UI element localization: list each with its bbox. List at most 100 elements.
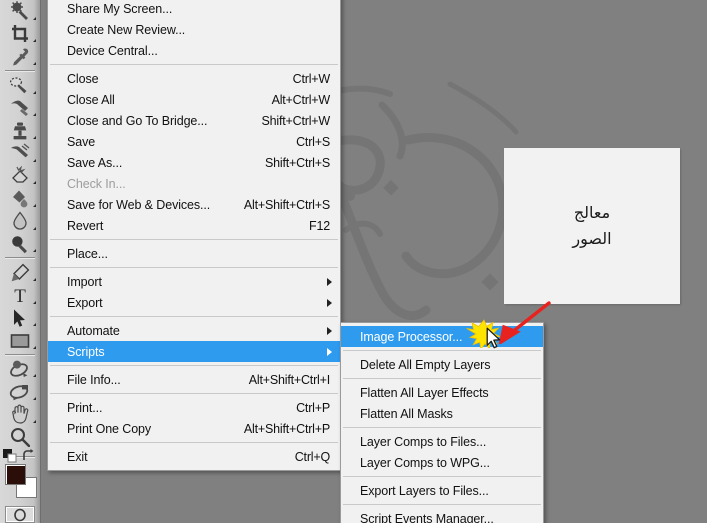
menu-item-label: Script Events Manager... bbox=[360, 511, 494, 523]
menu-item-accelerator: Alt+Ctrl+W bbox=[271, 92, 331, 107]
menu-item-label: Layer Comps to Files... bbox=[360, 434, 487, 449]
quick-mask-mode-button[interactable] bbox=[5, 506, 35, 523]
menu-item-accelerator: Ctrl+S bbox=[296, 134, 330, 149]
hand-tool[interactable] bbox=[1, 403, 39, 426]
menu-item-accelerator: Ctrl+P bbox=[296, 400, 330, 415]
note-line-1: معالج bbox=[573, 203, 611, 223]
clone-stamp-tool[interactable] bbox=[1, 119, 39, 142]
menu-item-label: File Info... bbox=[67, 372, 121, 387]
color-swatches[interactable] bbox=[1, 449, 39, 500]
menu-item-label: Print One Copy bbox=[67, 421, 152, 436]
menu-item-flatten-all-masks[interactable]: Flatten All Masks bbox=[341, 403, 543, 424]
eraser-tool[interactable] bbox=[1, 165, 39, 188]
menu-item-label: Close All bbox=[67, 92, 115, 107]
menu-item-export-layers-to-files[interactable]: Export Layers to Files... bbox=[341, 480, 543, 501]
menu-item-label: Close bbox=[67, 71, 99, 86]
eyedropper-tool[interactable] bbox=[1, 45, 39, 68]
menu-separator bbox=[343, 476, 541, 477]
menu-item-accelerator: Shift+Ctrl+S bbox=[265, 155, 330, 170]
menu-item-share-my-screen[interactable]: Share My Screen... bbox=[48, 0, 340, 19]
3d-rotate-camera-tool[interactable] bbox=[1, 380, 39, 403]
menu-item-label: Layer Comps to WPG... bbox=[360, 455, 490, 470]
menu-item-label: Check In... bbox=[67, 176, 126, 191]
menu-item-exit[interactable]: Exit Ctrl+Q bbox=[48, 446, 340, 467]
pen-tool[interactable] bbox=[1, 261, 39, 284]
menu-item-label: Create New Review... bbox=[67, 22, 186, 37]
menu-item-label: Export Layers to Files... bbox=[360, 483, 489, 498]
menu-separator bbox=[50, 365, 338, 366]
menu-item-label: Save bbox=[67, 134, 96, 149]
crop-tool[interactable] bbox=[1, 23, 39, 46]
menu-item-create-new-review[interactable]: Create New Review... bbox=[48, 19, 340, 40]
menu-item-flatten-all-layer-effects[interactable]: Flatten All Layer Effects bbox=[341, 382, 543, 403]
menu-item-script-events-manager[interactable]: Script Events Manager... bbox=[341, 508, 543, 523]
menu-item-close[interactable]: Close Ctrl+W bbox=[48, 68, 340, 89]
history-brush-tool[interactable] bbox=[1, 142, 39, 165]
gradient-tool[interactable] bbox=[1, 187, 39, 210]
toolbar-separator bbox=[5, 353, 35, 355]
menu-item-label: Share My Screen... bbox=[67, 1, 173, 16]
menu-separator bbox=[50, 393, 338, 394]
menu-item-accelerator: Alt+Shift+Ctrl+S bbox=[243, 197, 330, 212]
menu-item-delete-all-empty-layers[interactable]: Delete All Empty Layers bbox=[341, 354, 543, 375]
menu-item-close-all[interactable]: Close All Alt+Ctrl+W bbox=[48, 89, 340, 110]
path-selection-tool[interactable] bbox=[1, 307, 39, 330]
menu-separator bbox=[343, 350, 541, 351]
menu-item-label: Revert bbox=[67, 218, 104, 233]
menu-item-label: Scripts bbox=[67, 344, 105, 359]
menu-item-place[interactable]: Place... bbox=[48, 243, 340, 264]
menu-separator bbox=[343, 504, 541, 505]
menu-item-label: Exit bbox=[67, 449, 88, 464]
menu-item-close-and-go-to-bridge[interactable]: Close and Go To Bridge... Shift+Ctrl+W bbox=[48, 110, 340, 131]
menu-separator bbox=[343, 378, 541, 379]
menu-item-layer-comps-to-wpg[interactable]: Layer Comps to WPG... bbox=[341, 452, 543, 473]
menu-item-accelerator: Alt+Shift+Ctrl+P bbox=[243, 421, 330, 436]
zoom-tool[interactable] bbox=[1, 426, 39, 449]
rectangle-shape-tool[interactable] bbox=[1, 329, 39, 352]
chevron-right-icon bbox=[327, 326, 332, 335]
menu-item-label: Place... bbox=[67, 246, 108, 261]
menu-item-export[interactable]: Export bbox=[48, 292, 340, 313]
menu-item-label: Flatten All Layer Effects bbox=[360, 385, 489, 400]
tools-panel[interactable]: T bbox=[0, 0, 41, 523]
menu-item-file-info[interactable]: File Info... Alt+Shift+Ctrl+I bbox=[48, 369, 340, 390]
menu-item-save-for-web-devices[interactable]: Save for Web & Devices... Alt+Shift+Ctrl+… bbox=[48, 194, 340, 215]
menu-item-save[interactable]: Save Ctrl+S bbox=[48, 131, 340, 152]
chevron-right-icon bbox=[327, 347, 332, 356]
menu-item-device-central[interactable]: Device Central... bbox=[48, 40, 340, 61]
menu-item-label: Close and Go To Bridge... bbox=[67, 113, 208, 128]
menu-item-label: Device Central... bbox=[67, 43, 158, 58]
type-tool[interactable]: T bbox=[1, 284, 39, 307]
blur-tool[interactable] bbox=[1, 210, 39, 233]
annotation-note: معالج الصور bbox=[504, 148, 680, 304]
menu-item-label: Export bbox=[67, 295, 103, 310]
mouse-cursor-arrow bbox=[486, 327, 504, 356]
menu-item-import[interactable]: Import bbox=[48, 271, 340, 292]
menu-separator bbox=[50, 442, 338, 443]
3d-orbit-tool[interactable] bbox=[1, 358, 39, 381]
menu-item-scripts[interactable]: Scripts bbox=[48, 341, 340, 362]
menu-item-automate[interactable]: Automate bbox=[48, 320, 340, 341]
photoshop-window: T Share My Screen... Create New Review..… bbox=[0, 0, 707, 523]
menu-item-print-one-copy[interactable]: Print One Copy Alt+Shift+Ctrl+P bbox=[48, 418, 340, 439]
menu-item-layer-comps-to-files[interactable]: Layer Comps to Files... bbox=[341, 431, 543, 452]
menu-separator bbox=[50, 267, 338, 268]
brush-tool[interactable] bbox=[1, 97, 39, 120]
menu-separator bbox=[343, 427, 541, 428]
menu-item-accelerator: F12 bbox=[309, 218, 330, 233]
file-menu[interactable]: Share My Screen... Create New Review... De… bbox=[47, 0, 341, 471]
menu-item-print[interactable]: Print... Ctrl+P bbox=[48, 397, 340, 418]
menu-item-label: Import bbox=[67, 274, 102, 289]
menu-item-label: Flatten All Masks bbox=[360, 406, 453, 421]
menu-item-accelerator: Ctrl+Q bbox=[294, 449, 330, 464]
menu-item-accelerator: Shift+Ctrl+W bbox=[261, 113, 331, 128]
scripts-submenu[interactable]: Image Processor... Delete All Empty Layer… bbox=[340, 322, 544, 523]
dodge-tool[interactable] bbox=[1, 233, 39, 256]
menu-item-revert[interactable]: Revert F12 bbox=[48, 215, 340, 236]
healing-brush-tool[interactable] bbox=[1, 74, 39, 97]
note-line-2: الصور bbox=[572, 229, 612, 248]
magic-wand-tool[interactable] bbox=[1, 0, 39, 23]
menu-item-save-as[interactable]: Save As... Shift+Ctrl+S bbox=[48, 152, 340, 173]
foreground-color-swatch[interactable] bbox=[5, 464, 26, 486]
chevron-right-icon bbox=[327, 298, 332, 307]
